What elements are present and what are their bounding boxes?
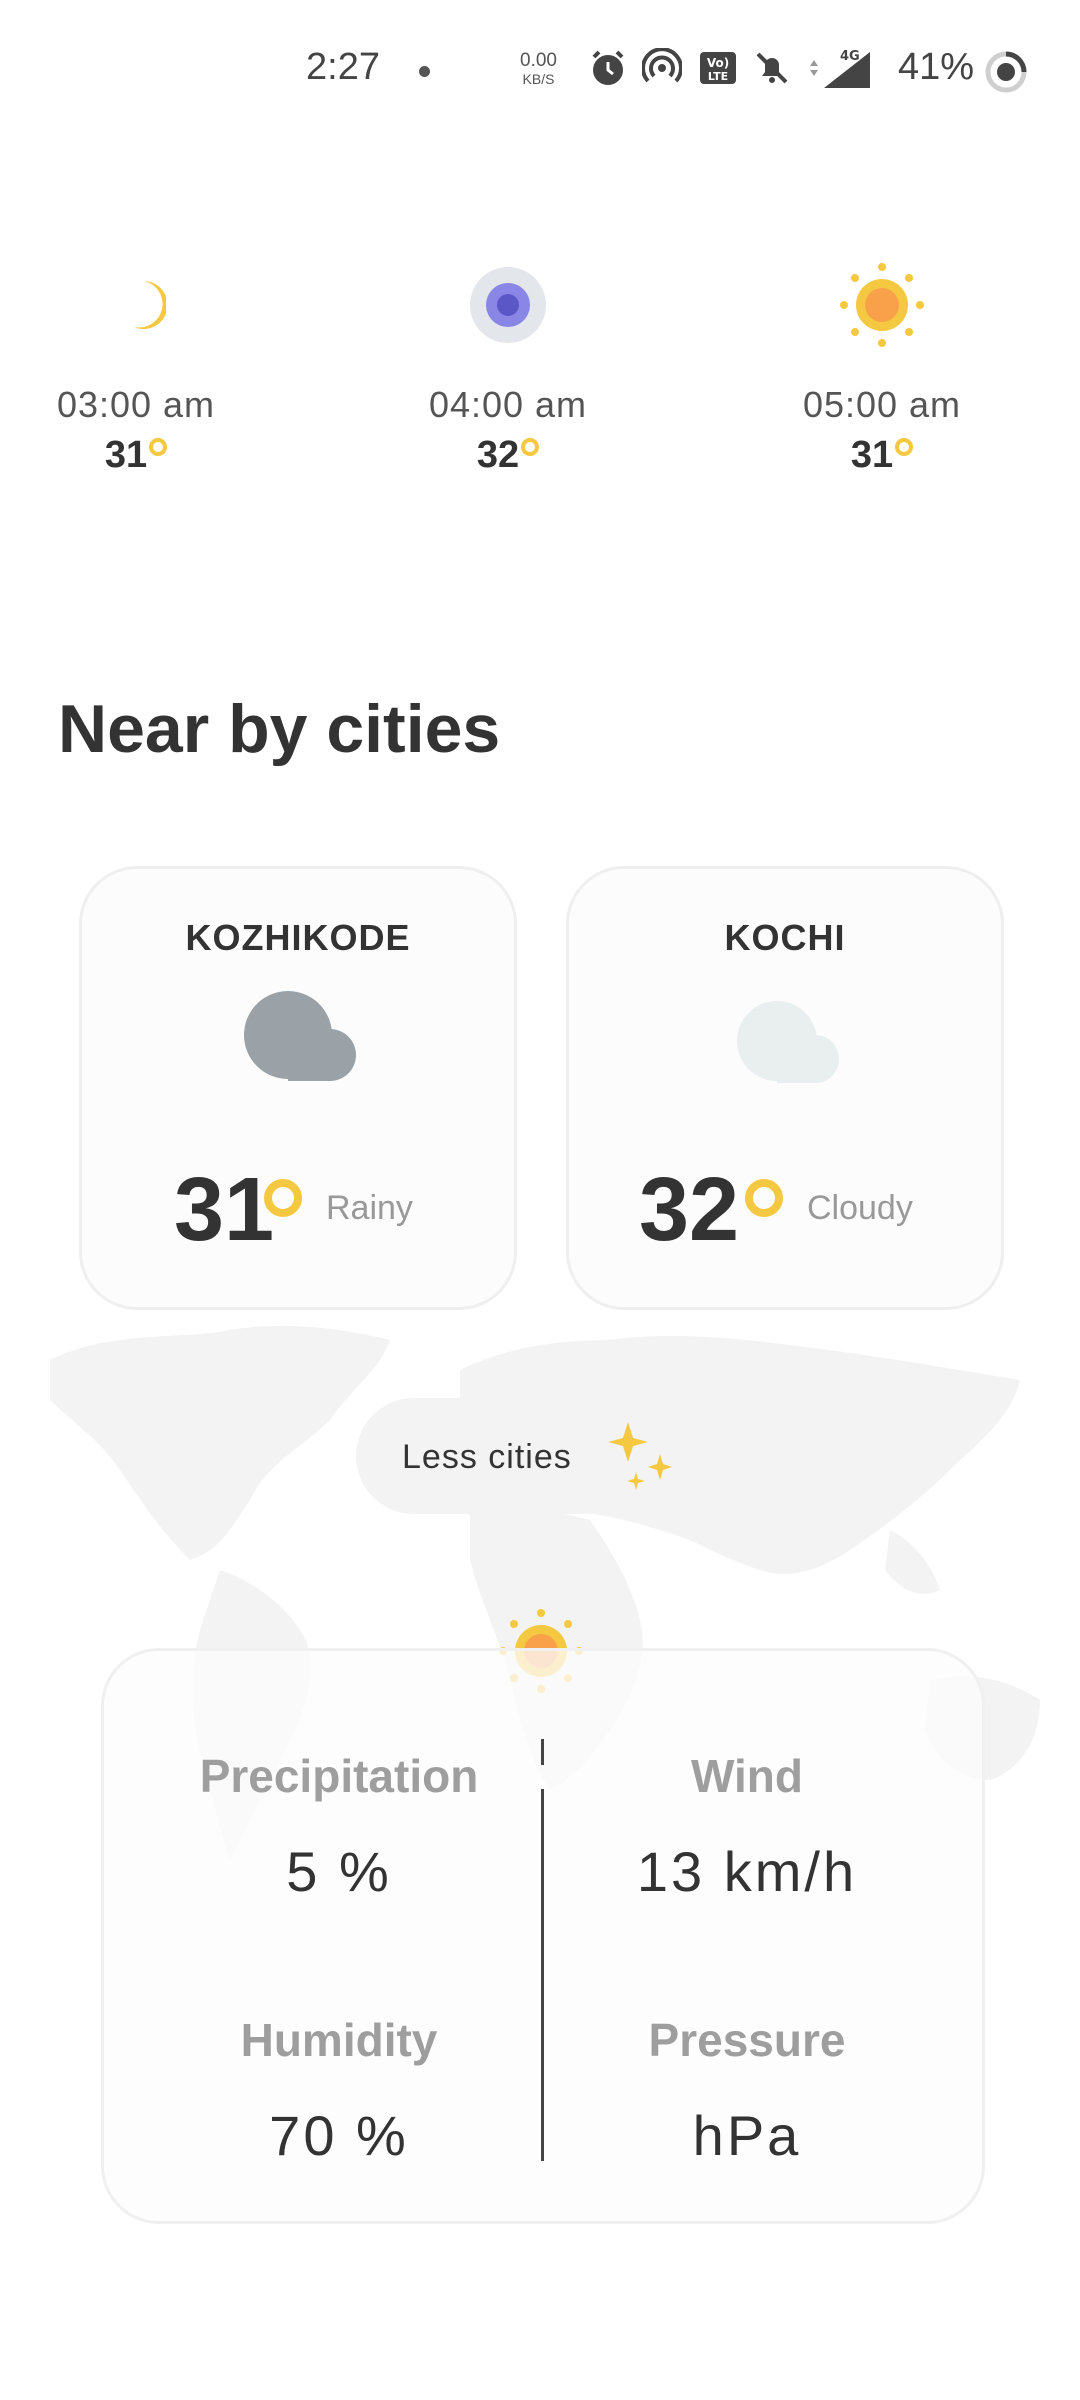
volte-icon: Vo) LTE [698,48,738,93]
net-speed-value: 0.00 [520,50,557,71]
divider [541,2135,544,2161]
hourly-item[interactable]: 05:00 am 31 [762,250,1002,477]
wind-value: 13 km/h [636,1840,858,1903]
city-condition: Cloudy [807,1189,913,1227]
net-speed: 0.00 KB/S [520,50,557,88]
sparkle-icon [604,1418,684,1503]
precipitation-label: Precipitation [199,1750,479,1802]
hourly-time: 04:00 am [428,384,588,425]
city-condition: Rainy [326,1189,413,1227]
cloud-icon [737,1001,839,1083]
alarm-icon [588,48,628,93]
degree-icon [149,438,168,456]
pressure-value: hPa [692,2104,802,2167]
battery-percent: 41% [898,46,975,88]
signal-icon: 4G [806,48,878,95]
hourly-time: 05:00 am [802,384,962,425]
network-type: 4G [840,49,860,64]
mute-icon [752,48,792,93]
status-bar: 2:27 0.00 KB/S Vo) LTE 4G 41% [0,0,1080,140]
hourly-item[interactable]: 04:00 am 32 [388,250,628,477]
city-card[interactable]: KOCHI 32 Cloudy [566,866,1004,1310]
less-cities-label: Less cities [402,1438,572,1476]
svg-text:Vo): Vo) [707,56,729,70]
notification-dot [419,66,430,77]
humidity-value: 70 % [269,2104,409,2167]
city-name: KOZHIKODE [185,917,411,958]
hourly-time: 03:00 am [56,384,216,425]
hourly-item[interactable]: 03:00 am 31 [16,250,256,477]
wind-label: Wind [691,1750,803,1802]
degree-icon [895,438,914,456]
sun-icon [840,263,924,347]
svg-text:LTE: LTE [708,70,728,83]
less-cities-button[interactable]: Less cities [356,1398,724,1514]
cloud-icon [244,991,356,1081]
degree-icon [521,438,540,456]
degree-icon [745,1179,783,1217]
city-temp: 31 [174,1160,275,1260]
section-title: Near by cities [58,691,501,767]
night-cloud-icon [470,267,546,343]
precipitation-value: 5 % [286,1840,392,1903]
divider [541,1789,544,2159]
status-time: 2:27 [306,46,380,88]
humidity-label: Humidity [240,2014,438,2066]
moon-icon [134,281,166,329]
city-name: KOCHI [724,917,846,958]
hourly-temp: 32 [476,434,520,476]
hourly-temp: 31 [104,434,148,476]
city-temp: 32 [639,1160,740,1260]
weather-details-panel: Precipitation 5 % Wind 13 km/h Humidity … [101,1648,985,2224]
battery-icon [984,50,1028,99]
net-speed-unit: KB/S [522,71,555,87]
degree-icon [264,1179,302,1217]
divider [541,1739,544,1765]
city-card[interactable]: KOZHIKODE 31 Rainy [79,866,517,1310]
hourly-temp: 31 [850,434,894,476]
hotspot-icon [641,47,683,93]
pressure-label: Pressure [648,2014,846,2066]
